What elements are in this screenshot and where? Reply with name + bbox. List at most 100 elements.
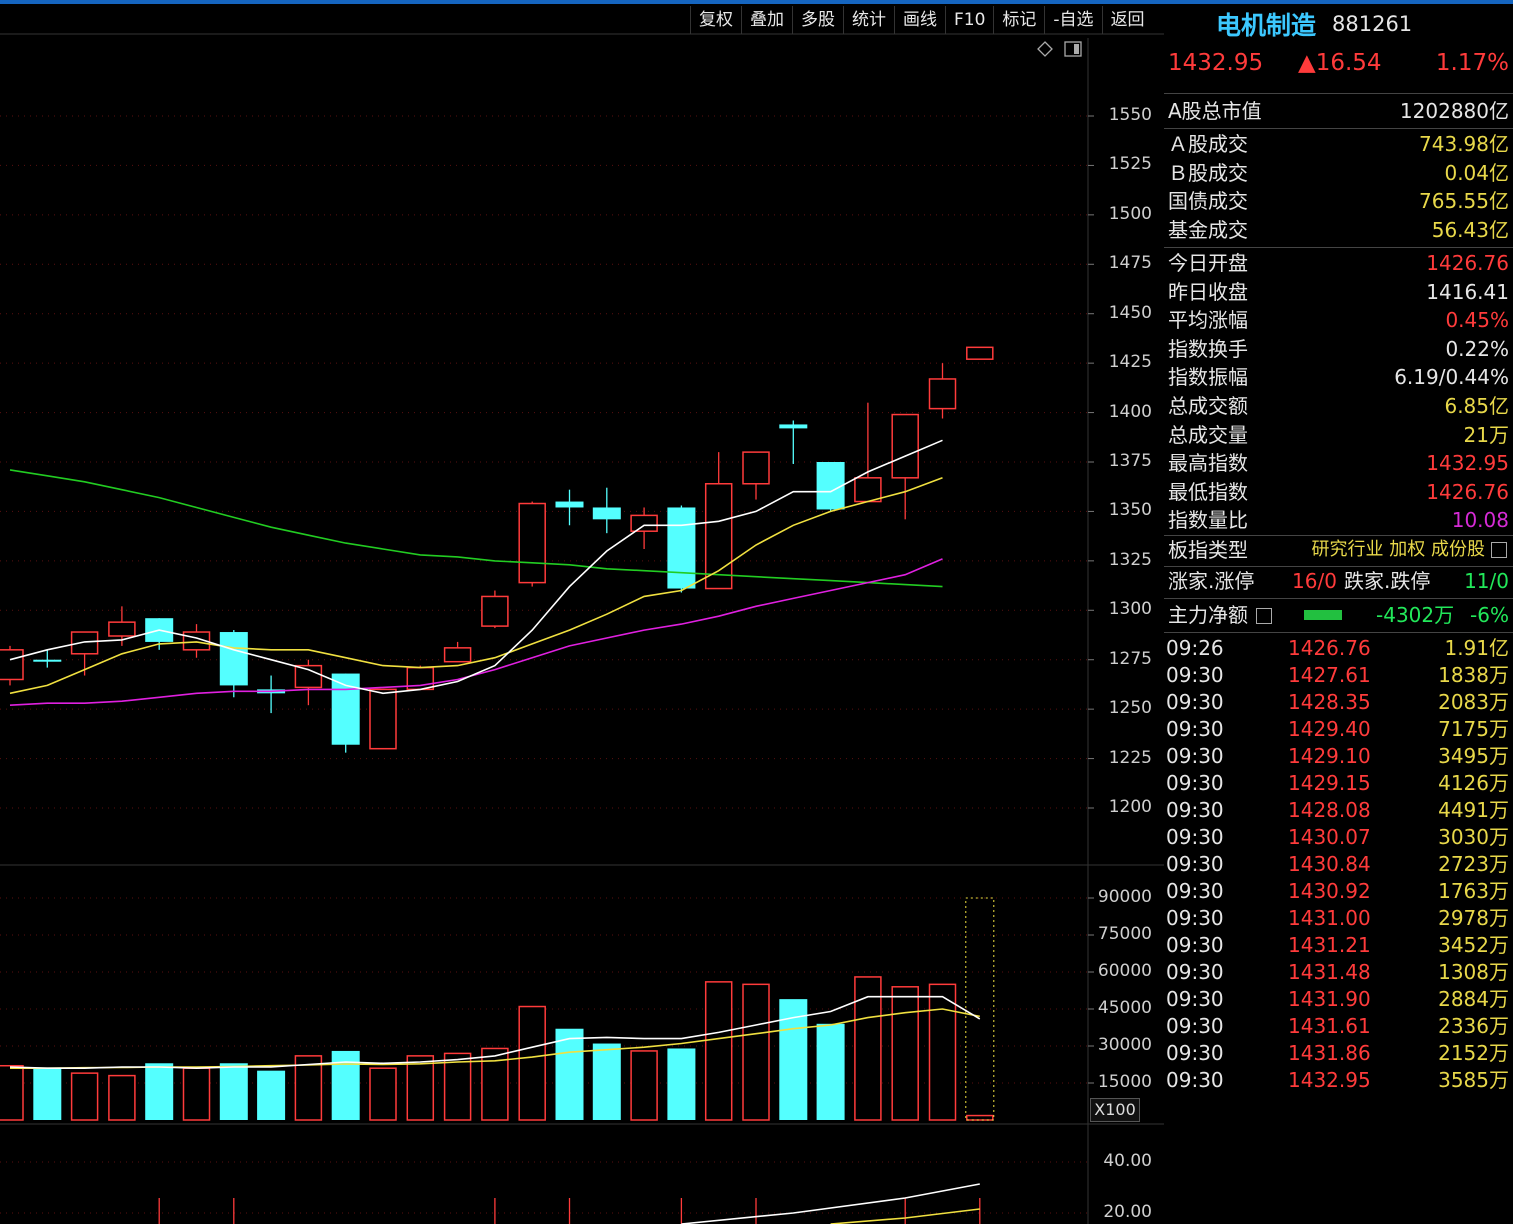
stat-row: Ｂ股成交 0.04亿 xyxy=(1168,159,1509,187)
tick-price: 1431.21 xyxy=(1288,933,1371,957)
tick-volume: 3452万 xyxy=(1438,933,1509,957)
candle-body xyxy=(70,631,99,655)
volume-bar xyxy=(108,1074,136,1121)
main-flow-amount: -4302万 xyxy=(1376,603,1455,627)
stat-row: 指数换手 0.22% xyxy=(1168,335,1509,363)
indicator-axis-label: 40.00 xyxy=(1103,1151,1152,1171)
tick-row: 09:30 1429.40 7175万 xyxy=(1166,715,1509,743)
volume-bar xyxy=(704,981,733,1121)
tick-time: 09:30 xyxy=(1166,906,1224,930)
price-axis-label: 1225 xyxy=(1108,747,1152,768)
stat-value: 1426.76 xyxy=(1426,479,1509,504)
candle xyxy=(966,346,994,360)
tick-row: 09:30 1431.21 3452万 xyxy=(1166,931,1509,959)
tick-row: 09:26 1426.76 1.91亿 xyxy=(1166,634,1509,662)
tick-row: 09:30 1431.61 2336万 xyxy=(1166,1012,1509,1040)
candle xyxy=(555,489,584,526)
candle xyxy=(667,505,696,593)
price-axis-label: 1550 xyxy=(1108,105,1152,125)
candle xyxy=(0,645,24,686)
candle-body xyxy=(443,647,472,663)
tick-price: 1431.48 xyxy=(1288,960,1371,984)
toolbar-item-5[interactable]: F10 xyxy=(945,6,993,34)
stat-label: 最高指数 xyxy=(1168,451,1248,476)
stat-row: 最低指数 1426.76 xyxy=(1168,478,1509,506)
main-flow-row: 主力净额 -4302万 -6% xyxy=(1168,601,1509,629)
toolbar-item-4[interactable]: 画线 xyxy=(894,6,945,34)
volume-bar xyxy=(182,1067,211,1121)
main-flow-label: 主力净额 xyxy=(1168,603,1248,627)
stat-row: A股总市值 1202880亿 xyxy=(1168,97,1509,125)
main-flow-detail-icon[interactable] xyxy=(1256,608,1272,624)
candle-body xyxy=(481,595,509,627)
tick-row: 09:30 1431.48 1308万 xyxy=(1166,958,1509,986)
volume-bar xyxy=(742,983,770,1121)
candle xyxy=(257,675,286,714)
volume-axis-label: 30000 xyxy=(1097,1035,1152,1055)
volume-unit-label: X100 xyxy=(1090,1098,1140,1122)
tick-volume: 1838万 xyxy=(1438,663,1509,687)
tick-volume: 1763万 xyxy=(1438,879,1509,903)
stat-row: 指数振幅 6.19/0.44% xyxy=(1168,363,1509,391)
volume-bar xyxy=(891,986,919,1121)
tick-price: 1431.86 xyxy=(1288,1041,1371,1065)
candle-body xyxy=(592,507,621,520)
toolbar-item-1[interactable]: 叠加 xyxy=(741,6,792,34)
toolbar-item-3[interactable]: 统计 xyxy=(843,6,894,34)
volume-axis-label: 60000 xyxy=(1097,961,1152,981)
volume-bar xyxy=(406,1055,435,1121)
board-list-icon[interactable] xyxy=(1491,542,1507,558)
diamond-icon[interactable] xyxy=(1037,41,1053,57)
stat-value: 0.04亿 xyxy=(1444,160,1509,185)
stat-row: 总成交额 6.85亿 xyxy=(1168,392,1509,420)
candle-body xyxy=(331,673,360,745)
tick-volume: 4491万 xyxy=(1438,798,1509,822)
stat-row: 国债成交 765.55亿 xyxy=(1168,187,1509,215)
candle xyxy=(742,451,770,500)
candle-body xyxy=(555,501,584,508)
volume-bar xyxy=(33,1068,62,1120)
tick-price: 1429.40 xyxy=(1288,717,1371,741)
price-change-pct: 1.17% xyxy=(1435,50,1509,76)
volume-bar xyxy=(257,1070,286,1120)
price-axis-label: 1475 xyxy=(1108,253,1152,274)
candle-body xyxy=(891,413,919,479)
panel-toggle-icon-inner xyxy=(1074,44,1079,54)
candle xyxy=(928,363,957,419)
tick-time: 09:30 xyxy=(1166,798,1224,822)
candle xyxy=(592,487,621,534)
stat-label: 指数换手 xyxy=(1168,336,1248,361)
candle-body xyxy=(779,424,808,429)
advance-label: 涨家.涨停 xyxy=(1168,569,1255,593)
main-flow-pct: -6% xyxy=(1470,603,1509,627)
candle xyxy=(219,630,248,698)
price-axis-label: 1425 xyxy=(1108,352,1152,373)
volume-bar xyxy=(0,1064,24,1121)
tick-time: 09:30 xyxy=(1166,933,1224,957)
volume-bar xyxy=(854,976,882,1121)
candle xyxy=(518,501,546,587)
decline-label: 跌家.跌停 xyxy=(1344,569,1431,593)
chart-area[interactable] xyxy=(0,0,1164,1224)
volume-bar xyxy=(630,1050,658,1121)
tick-price: 1431.90 xyxy=(1288,987,1371,1011)
volume-bar xyxy=(443,1052,472,1121)
tick-row: 09:30 1432.95 3585万 xyxy=(1166,1066,1509,1094)
stat-value: 1432.95 xyxy=(1426,451,1509,476)
price-axis-label: 1200 xyxy=(1108,797,1152,817)
stat-label: 最低指数 xyxy=(1168,479,1248,504)
toolbar-item-2[interactable]: 多股 xyxy=(792,6,843,34)
tick-time: 09:30 xyxy=(1166,1068,1224,1092)
board-type-label: 板指类型 xyxy=(1168,538,1248,562)
tick-volume: 1308万 xyxy=(1438,960,1509,984)
security-code: 881261 xyxy=(1332,12,1413,36)
volume-bar xyxy=(555,1028,584,1120)
tick-price: 1428.35 xyxy=(1288,690,1371,714)
price-axis-label: 1350 xyxy=(1108,500,1152,521)
tick-time: 09:30 xyxy=(1166,825,1224,849)
candle xyxy=(481,590,509,629)
toolbar-item-6[interactable]: 标记 xyxy=(993,6,1044,34)
tick-volume: 3585万 xyxy=(1438,1068,1509,1092)
toolbar-item-0[interactable]: 复权 xyxy=(690,6,741,34)
volume-bar xyxy=(592,1043,621,1120)
